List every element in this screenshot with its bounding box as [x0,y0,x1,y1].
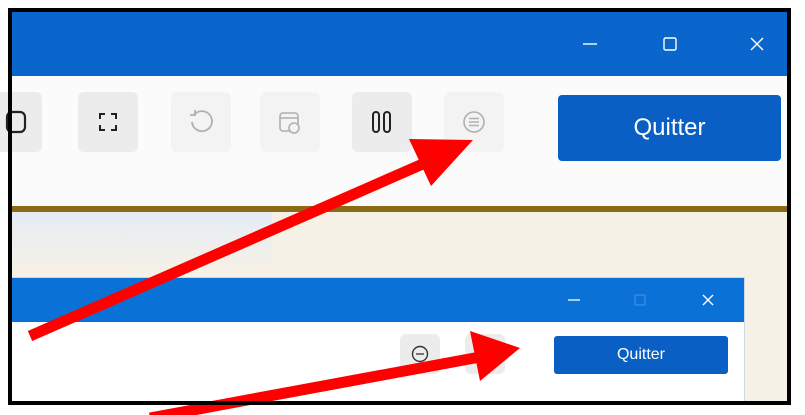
stop-icon [480,348,491,361]
stop-icon [5,110,27,134]
close-icon [750,37,764,51]
small-minimize-button[interactable] [554,278,594,322]
minimize-button[interactable] [560,12,620,76]
small-menu-button[interactable] [400,334,440,374]
screenshot-window-button[interactable] [260,92,320,152]
maximize-button[interactable] [640,12,700,76]
small-close-button[interactable] [688,278,728,322]
fullscreen-icon [99,113,117,131]
fullscreen-button[interactable] [78,92,138,152]
small-toolbar: Quitter [12,322,744,402]
small-title-bar[interactable] [12,278,744,322]
menu-button[interactable] [444,92,504,152]
screenshot-frame: Quitter Quitter [0,0,805,415]
close-icon [702,294,714,306]
menu-circle-icon [463,111,485,133]
content-highlight [12,212,272,272]
undo-icon [190,110,213,133]
minimize-icon [583,43,597,45]
stop-button[interactable] [0,92,42,152]
minimize-icon [568,299,580,301]
screenshot-window-icon [279,112,300,134]
small-maximize-button[interactable] [620,278,660,322]
close-button[interactable] [727,12,787,76]
small-stop-button[interactable] [465,334,505,374]
pause-icon [372,111,391,133]
undo-button[interactable] [171,92,231,152]
small-window: Quitter [12,278,744,402]
menu-circle-icon [411,345,429,363]
main-toolbar: Quitter [0,76,787,206]
quit-button[interactable]: Quitter [558,95,781,161]
main-title-bar[interactable] [12,12,787,76]
maximize-icon [663,37,677,51]
maximize-icon [634,294,646,306]
small-quit-button[interactable]: Quitter [554,336,728,374]
pause-button[interactable] [352,92,412,152]
